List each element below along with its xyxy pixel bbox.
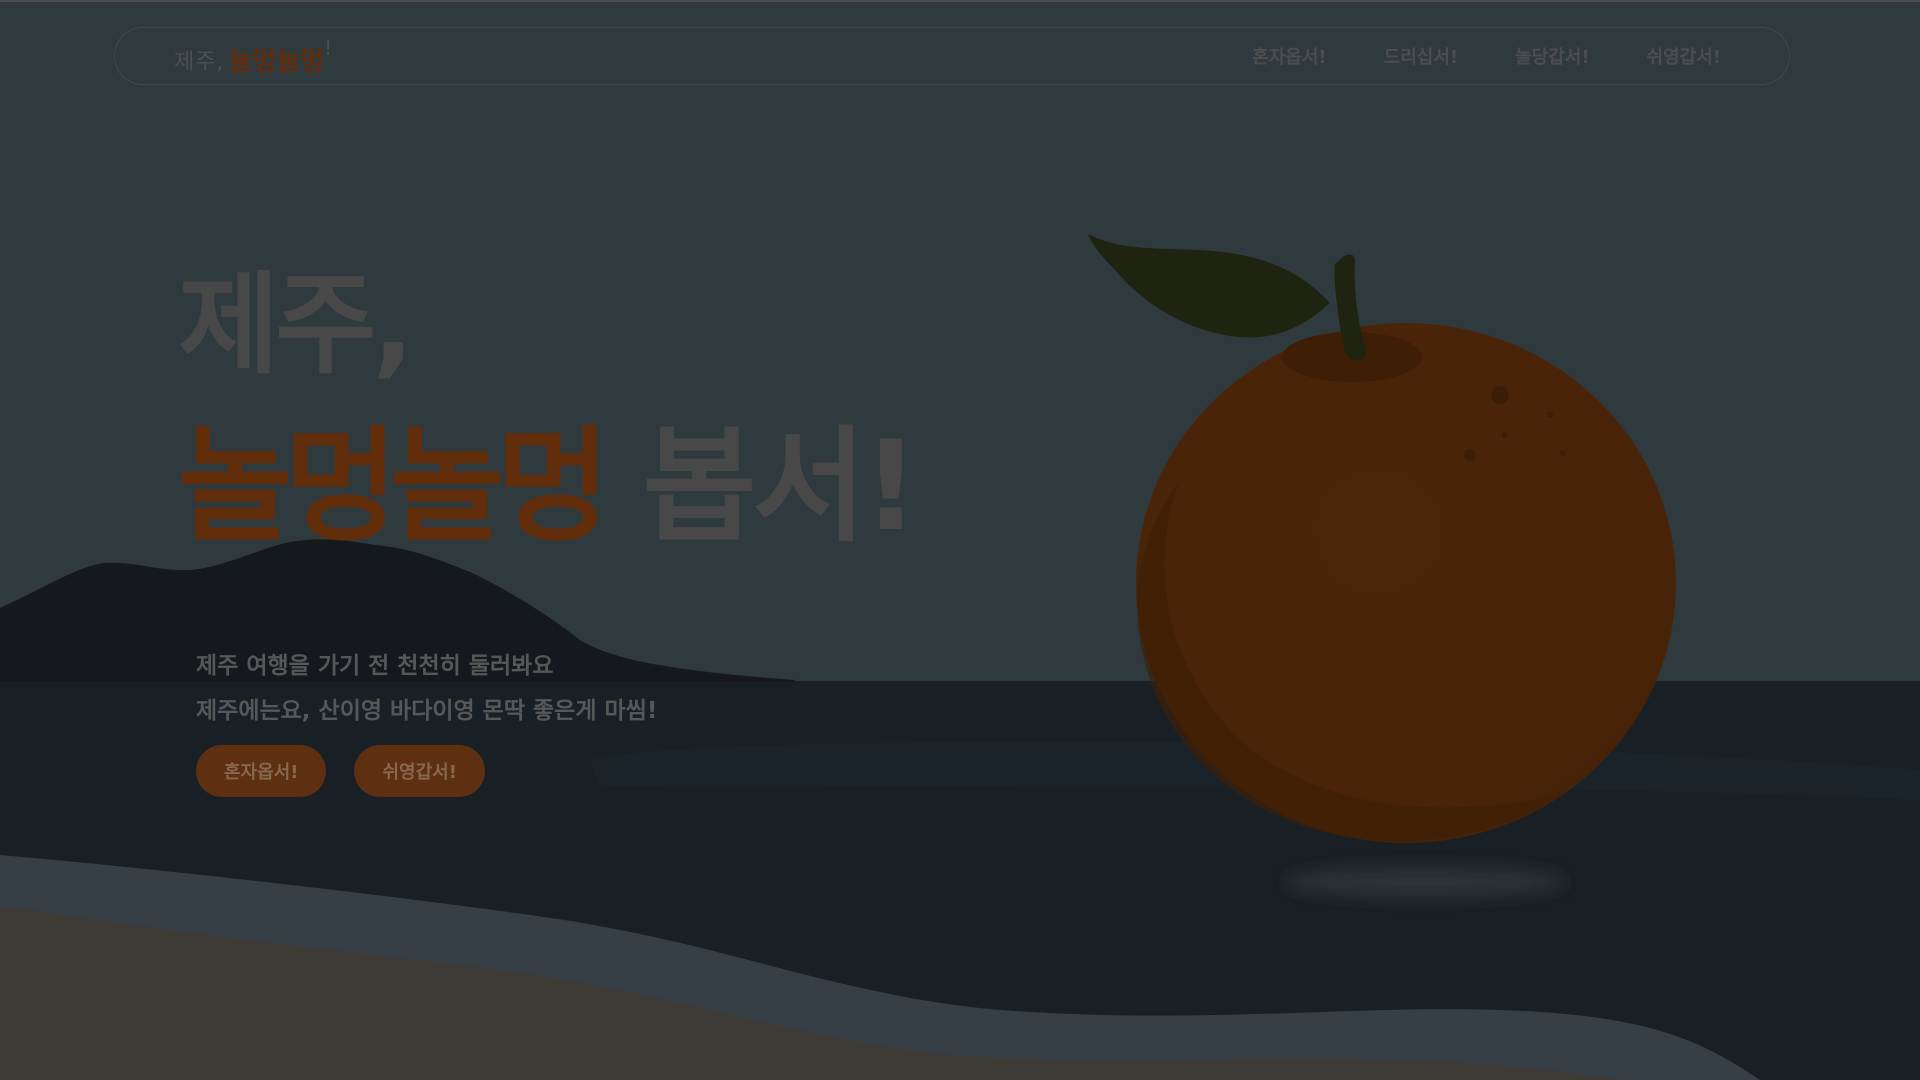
brand-logo[interactable]: 제주, 놀멍놀멍 !	[174, 36, 333, 77]
tangerine-pore	[1547, 412, 1553, 418]
cta-rest-button[interactable]: 쉬영갑서!	[354, 745, 485, 797]
hero-title-line1: 제주,	[178, 261, 414, 389]
nav-item-alone[interactable]: 혼자옵서!	[1252, 43, 1326, 69]
brand-prefix: 제주,	[174, 50, 225, 75]
hero-title-accent: 놀멍놀멍	[178, 415, 610, 559]
nav-item-rest[interactable]: 쉬영갑서!	[1647, 43, 1721, 69]
hero-title-line2: 놀멍놀멍 봅서!	[178, 425, 919, 549]
tangerine-reflection	[1285, 866, 1565, 898]
nav-item-come-in[interactable]: 드리십서!	[1384, 43, 1458, 69]
subtitle-line2: 제주에는요, 산이영 바다이영 몬딱 좋은게 마씸!	[196, 698, 658, 724]
subtitle-line1: 제주 여행을 가기 전 천천히 둘러봐요	[196, 653, 554, 679]
landing-page: 제주, 놀멍놀멍 ! 혼자옵서! 드리십서! 놀당갑서! 쉬영갑서! 제주, 놀…	[0, 0, 1920, 1080]
tangerine-pore	[1502, 432, 1508, 438]
tangerine-pore	[1464, 449, 1476, 461]
nav-item-play[interactable]: 놀당갑서!	[1515, 43, 1589, 69]
cta-alone-button[interactable]: 혼자옵서!	[196, 745, 327, 797]
brand-main: 놀멍놀멍	[228, 47, 325, 77]
hero-subtitle: 제주 여행을 가기 전 천천히 둘러봐요 제주에는요, 산이영 바다이영 몬딱 …	[196, 644, 657, 734]
cta-group: 혼자옵서! 쉬영갑서!	[196, 745, 485, 797]
hero-title-rest: 봅서!	[642, 415, 919, 559]
tangerine-pore	[1560, 450, 1566, 456]
hero-heading: 제주, 놀멍놀멍 봅서!	[178, 261, 919, 549]
top-nav: 제주, 놀멍놀멍 ! 혼자옵서! 드리십서! 놀당갑서! 쉬영갑서!	[114, 27, 1790, 85]
top-border	[0, 0, 1920, 2]
nav-menu: 혼자옵서! 드리십서! 놀당갑서! 쉬영갑서!	[1195, 43, 1721, 69]
tangerine-pore	[1491, 386, 1509, 404]
brand-suffix: !	[324, 36, 333, 60]
